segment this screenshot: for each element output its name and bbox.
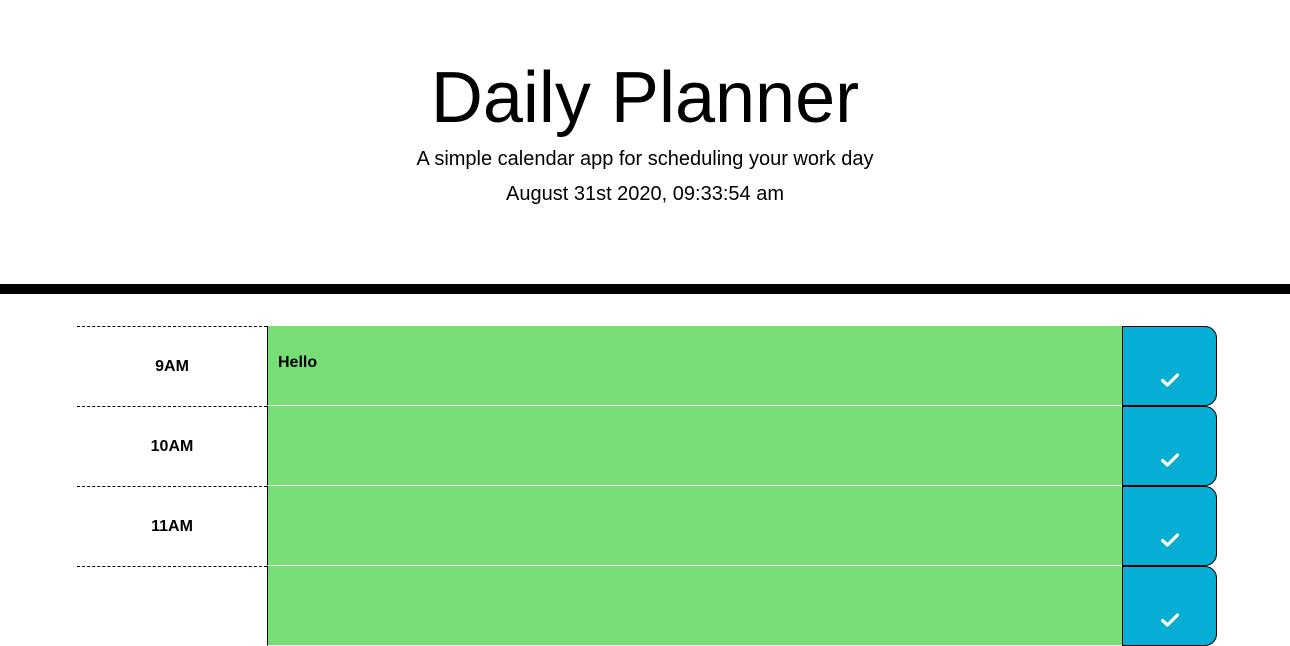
save-button[interactable] — [1122, 406, 1217, 486]
check-icon — [1160, 613, 1179, 627]
check-icon — [1160, 453, 1179, 467]
time-block-9am: 9AM Hello — [77, 326, 1217, 406]
save-button[interactable] — [1122, 326, 1217, 406]
save-button[interactable] — [1122, 566, 1217, 646]
save-button[interactable] — [1122, 486, 1217, 566]
page-title: Daily Planner — [430, 58, 860, 138]
hour-label — [77, 566, 267, 646]
hour-label: 9AM — [77, 326, 267, 406]
time-block-11am: 11AM — [77, 486, 1217, 566]
time-block-12pm — [77, 566, 1217, 646]
event-textarea[interactable] — [267, 566, 1122, 646]
time-block-10am: 10AM — [77, 406, 1217, 486]
check-icon — [1160, 533, 1179, 547]
event-textarea[interactable] — [267, 406, 1122, 486]
event-textarea[interactable]: Hello — [267, 326, 1122, 406]
header-divider — [0, 284, 1290, 294]
page-subtitle: A simple calendar app for scheduling you… — [416, 148, 874, 170]
hour-label: 11AM — [77, 486, 267, 566]
header: Daily Planner A simple calendar app for … — [0, 0, 1290, 284]
current-datetime: August 31st 2020, 09:33:54 am — [506, 183, 784, 205]
hour-label: 10AM — [77, 406, 267, 486]
check-icon — [1160, 373, 1179, 387]
event-textarea[interactable] — [267, 486, 1122, 566]
time-block-list: 9AM Hello 10AM 11AM — [77, 326, 1217, 646]
